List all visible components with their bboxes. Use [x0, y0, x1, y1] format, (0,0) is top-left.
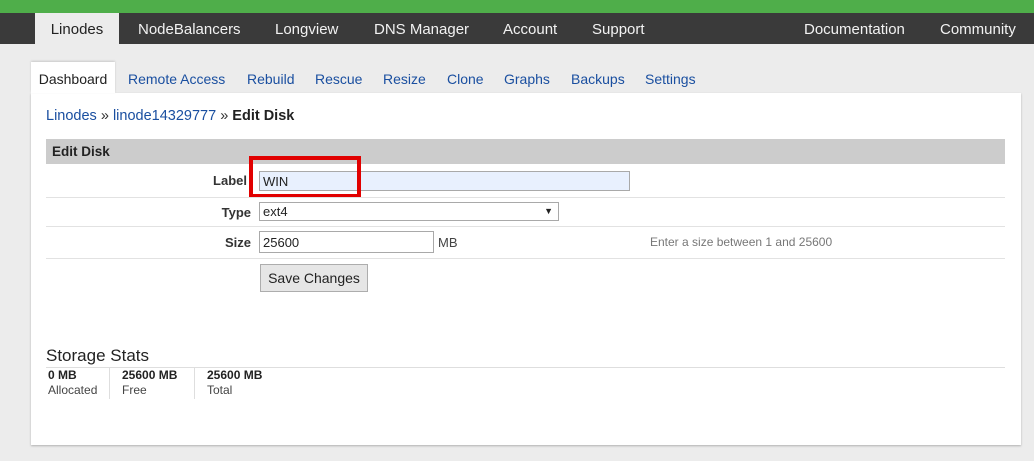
nav-account[interactable]: Account [503, 13, 557, 44]
breadcrumb-separator: » [100, 108, 109, 124]
tab-remote-access[interactable]: Remote Access [128, 62, 225, 93]
stat-allocated: 0 MB Allocated [48, 367, 97, 399]
stat-label: Free [122, 383, 147, 397]
tab-clone[interactable]: Clone [447, 62, 484, 93]
breadcrumb: Linodes » linode14329777 » Edit Disk [46, 108, 294, 124]
edit-disk-header: Edit Disk [46, 139, 1005, 164]
type-field-label: Type [221, 205, 251, 220]
nav-nodebalancers[interactable]: NodeBalancers [138, 13, 241, 44]
breadcrumb-current: Edit Disk [232, 108, 295, 124]
nav-longview[interactable]: Longview [275, 13, 338, 44]
stat-total: 25600 MB Total [207, 367, 262, 399]
dropdown-arrow-icon: ▼ [544, 206, 553, 216]
stat-separator [194, 368, 195, 399]
nav-documentation[interactable]: Documentation [804, 13, 905, 44]
stat-label: Allocated [48, 383, 98, 397]
stats-divider [46, 367, 1005, 368]
tab-rescue[interactable]: Rescue [315, 62, 362, 93]
tab-rebuild[interactable]: Rebuild [247, 62, 294, 93]
stat-value: 25600 MB [207, 368, 263, 382]
nav-support[interactable]: Support [592, 13, 645, 44]
stat-value: 25600 MB [122, 368, 178, 382]
label-field-label: Label [213, 173, 247, 188]
tab-dashboard[interactable]: Dashboard [31, 62, 115, 93]
size-hint: Enter a size between 1 and 25600 [650, 235, 833, 249]
stat-separator [109, 368, 110, 399]
row-divider [46, 258, 1005, 259]
tab-settings[interactable]: Settings [645, 62, 696, 93]
top-navigation: Linodes NodeBalancers Longview DNS Manag… [0, 13, 1034, 44]
tab-backups[interactable]: Backups [571, 62, 625, 93]
size-field-label: Size [224, 235, 251, 250]
breadcrumb-linode-link[interactable]: linode14329777 [113, 108, 216, 124]
disk-size-input[interactable] [259, 231, 434, 253]
disk-type-select[interactable]: ext4 ▼ [259, 202, 559, 221]
row-divider [46, 226, 1005, 227]
breadcrumb-separator: » [220, 108, 229, 124]
stat-label: Total [207, 383, 233, 397]
stat-free: 25600 MB Free [122, 367, 177, 399]
tab-resize[interactable]: Resize [383, 62, 426, 93]
size-unit: MB [438, 235, 458, 250]
stat-value: 0 MB [48, 368, 77, 382]
highlight-annotation-box [249, 156, 361, 198]
row-divider [46, 197, 1005, 198]
tab-graphs[interactable]: Graphs [504, 62, 550, 93]
save-changes-button[interactable]: Save Changes [260, 264, 368, 292]
brand-strip [0, 0, 1034, 13]
nav-linodes[interactable]: Linodes [35, 13, 119, 44]
nav-community[interactable]: Community [940, 13, 1016, 44]
nav-dns-manager[interactable]: DNS Manager [374, 13, 469, 44]
disk-type-selected-value: ext4 [263, 204, 288, 219]
breadcrumb-linodes-link[interactable]: Linodes [46, 108, 97, 124]
storage-stats-title: Storage Stats [46, 346, 150, 365]
